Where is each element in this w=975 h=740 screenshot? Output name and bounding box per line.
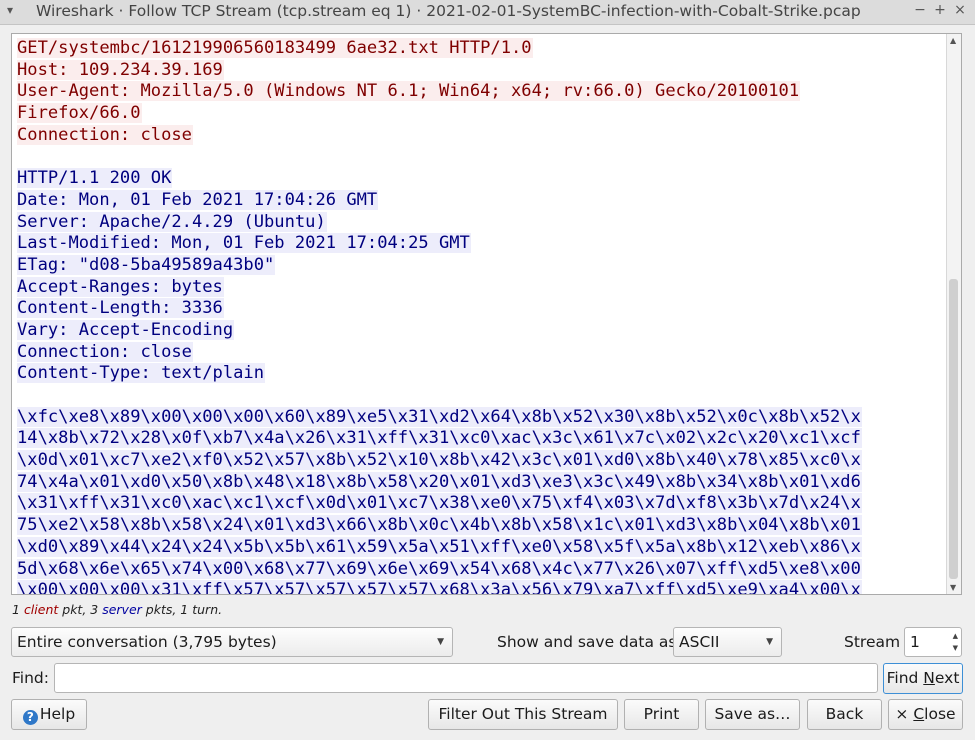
- help-button[interactable]: ? Help: [11, 699, 87, 730]
- format-select-value: ASCII: [679, 633, 720, 651]
- stream-line: \x00\x00\x00\x31\xff\x57\x57\x57\x57\x57…: [17, 580, 945, 594]
- stream-line: \xfc\xe8\x89\x00\x00\x00\x60\x89\xe5\x31…: [17, 406, 862, 427]
- find-input[interactable]: [54, 663, 878, 693]
- title-bar: ▾ Wireshark · Follow TCP Stream (tcp.str…: [0, 0, 975, 25]
- minimize-icon[interactable]: −: [912, 2, 928, 18]
- find-next-button[interactable]: Find Next: [883, 663, 963, 694]
- close-button[interactable]: × Close: [888, 699, 963, 730]
- conversation-select[interactable]: Entire conversation (3,795 bytes) ▼: [11, 627, 453, 657]
- stream-number-value: 1: [910, 633, 920, 651]
- stream-line: GET/systembc/161219906560183499 6ae32.tx…: [17, 38, 533, 58]
- stream-line: Date: Mon, 01 Feb 2021 17:04:26 GMT: [17, 189, 379, 210]
- find-label: Find:: [12, 669, 49, 687]
- stream-line: Connection: close: [17, 341, 193, 362]
- scroll-down-icon[interactable]: ▼: [950, 583, 956, 592]
- stream-content-pane[interactable]: GET/systembc/161219906560183499 6ae32.tx…: [11, 33, 962, 595]
- stream-line: Last-Modified: Mon, 01 Feb 2021 17:04:25…: [17, 233, 471, 254]
- conversation-select-value: Entire conversation (3,795 bytes): [17, 633, 277, 651]
- spin-down-icon[interactable]: ▼: [953, 644, 958, 652]
- stream-line: Connection: close: [17, 124, 193, 145]
- stream-label: Stream: [844, 633, 901, 651]
- window-title: Wireshark · Follow TCP Stream (tcp.strea…: [36, 2, 861, 20]
- stream-number-spinbox[interactable]: 1 ▲ ▼: [904, 627, 962, 657]
- stream-text: GET/systembc/161219906560183499 6ae32.tx…: [17, 38, 945, 594]
- spin-up-icon[interactable]: ▲: [953, 632, 958, 640]
- stream-line: Server: Apache/2.4.29 (Ubuntu): [17, 211, 327, 232]
- help-icon: ?: [22, 710, 38, 725]
- stream-line: ETag: "d08-5ba49589a43b0": [17, 254, 276, 275]
- stream-line: [17, 146, 945, 168]
- stream-line: \x31\xff\x31\xc0\xac\xc1\xcf\x0d\x01\xc7…: [17, 493, 862, 514]
- scrollbar-thumb[interactable]: [949, 279, 958, 579]
- stream-line: User-Agent: Mozilla/5.0 (Windows NT 6.1;…: [17, 81, 801, 102]
- stream-line: 74\x4a\x01\xd0\x50\x8b\x48\x18\x8b\x58\x…: [17, 471, 862, 492]
- stream-line: 14\x8b\x72\x28\x0f\xb7\x4a\x26\x31\xff\x…: [17, 428, 862, 449]
- stream-line: Content-Type: text/plain: [17, 363, 265, 384]
- maximize-icon[interactable]: +: [932, 2, 948, 18]
- stream-line: Host: 109.234.39.169: [17, 59, 224, 80]
- stream-line: [17, 385, 945, 407]
- stream-line: Accept-Ranges: bytes: [17, 276, 224, 297]
- chevron-down-icon: ▼: [766, 637, 773, 647]
- stream-line: \x0d\x01\xc7\xe2\xf0\x52\x57\x8b\x52\x10…: [17, 450, 862, 471]
- stream-line: Vary: Accept-Encoding: [17, 319, 235, 340]
- stream-line: HTTP/1.1 200 OK: [17, 168, 173, 189]
- back-button[interactable]: Back: [807, 699, 882, 730]
- format-select[interactable]: ASCII ▼: [673, 627, 782, 657]
- scroll-up-icon[interactable]: ▲: [950, 36, 956, 45]
- stream-line: 5d\x68\x6e\x65\x74\x00\x68\x77\x69\x6e\x…: [17, 558, 862, 579]
- stream-line: Firefox/66.0: [17, 103, 142, 124]
- close-icon[interactable]: ×: [952, 2, 968, 18]
- window-menu-icon[interactable]: ▾: [7, 3, 13, 17]
- stream-line: 75\xe2\x58\x8b\x58\x24\x01\xd3\x66\x8b\x…: [17, 515, 862, 536]
- stream-line: Content-Length: 3336: [17, 298, 224, 319]
- stream-line: \xd0\x89\x44\x24\x24\x5b\x5b\x61\x59\x5a…: [17, 536, 862, 557]
- show-save-label: Show and save data as: [497, 633, 677, 651]
- close-x-icon: ×: [895, 705, 909, 723]
- filter-out-stream-button[interactable]: Filter Out This Stream: [428, 699, 618, 730]
- chevron-down-icon: ▼: [437, 637, 444, 647]
- vertical-scrollbar[interactable]: ▲ ▼: [946, 34, 961, 594]
- stream-summary: 1 client pkt, 3 server pkts, 1 turn.: [12, 602, 223, 617]
- print-button[interactable]: Print: [624, 699, 699, 730]
- save-as-button[interactable]: Save as…: [705, 699, 800, 730]
